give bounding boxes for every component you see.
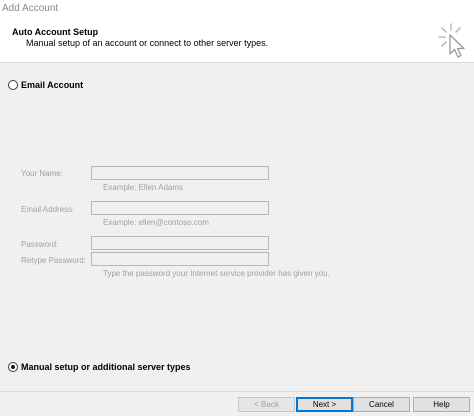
back-button[interactable]: < Back [238, 397, 295, 412]
wizard-header: Auto Account Setup Manual setup of an ac… [0, 17, 474, 63]
retype-password-input[interactable] [91, 252, 269, 266]
retype-password-label: Retype Password: [21, 256, 86, 265]
email-address-hint: Example: ellen@contoso.com [103, 218, 209, 227]
manual-setup-radio-button[interactable] [8, 362, 18, 372]
retype-password-hint: Type the password your Internet service … [103, 269, 330, 278]
your-name-label: Your Name: [21, 169, 63, 178]
help-button[interactable]: Help [413, 397, 470, 412]
your-name-input[interactable] [91, 166, 269, 180]
manual-setup-radio[interactable]: Manual setup or additional server types [8, 362, 191, 372]
password-input[interactable] [91, 236, 269, 250]
password-label: Password: [21, 240, 59, 249]
your-name-hint: Example: Ellen Adams [103, 183, 184, 192]
next-button[interactable]: Next > [296, 397, 353, 412]
email-address-label: Email Address: [21, 205, 75, 214]
email-account-label: Email Account [21, 80, 84, 90]
manual-setup-label: Manual setup or additional server types [21, 362, 191, 372]
email-address-input[interactable] [91, 201, 269, 215]
cancel-button[interactable]: Cancel [353, 397, 410, 412]
email-account-radio[interactable]: Email Account [8, 80, 83, 90]
page-subtitle: Manual setup of an account or connect to… [26, 38, 269, 48]
email-account-radio-button[interactable] [8, 80, 18, 90]
wizard-cursor-icon [438, 23, 465, 58]
button-bar: < Back Next > Cancel Help [0, 391, 474, 416]
page-title: Auto Account Setup [12, 27, 99, 37]
window-title: Add Account [0, 0, 474, 17]
